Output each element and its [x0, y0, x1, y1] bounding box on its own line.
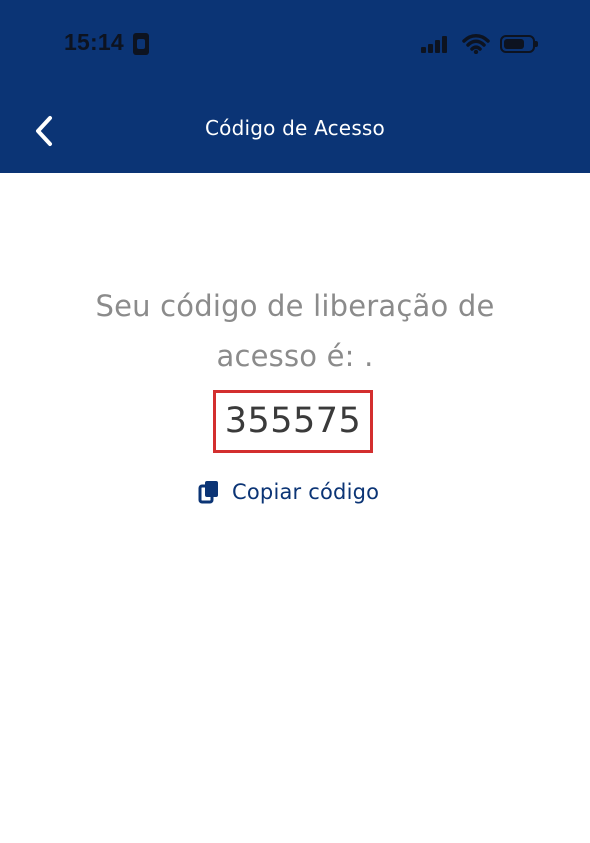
copy-code-button[interactable]: Copiar código	[198, 475, 379, 509]
page-title: Código de Acesso	[204, 116, 385, 140]
top-app-bar: 15:14 Código de Acesso	[0, 0, 590, 173]
contact-card-icon	[133, 33, 149, 55]
copy-icon	[198, 481, 218, 504]
signal-icon	[421, 35, 451, 53]
access-code-highlight: 355575	[213, 390, 373, 453]
wifi-icon	[462, 34, 490, 55]
access-code-value: 355575	[224, 401, 362, 441]
copy-code-label: Copiar código	[232, 480, 380, 504]
access-code-message: Seu código de liberação de acesso é: .	[95, 289, 495, 373]
battery-icon	[500, 35, 538, 53]
status-time: 15:14	[64, 29, 124, 55]
